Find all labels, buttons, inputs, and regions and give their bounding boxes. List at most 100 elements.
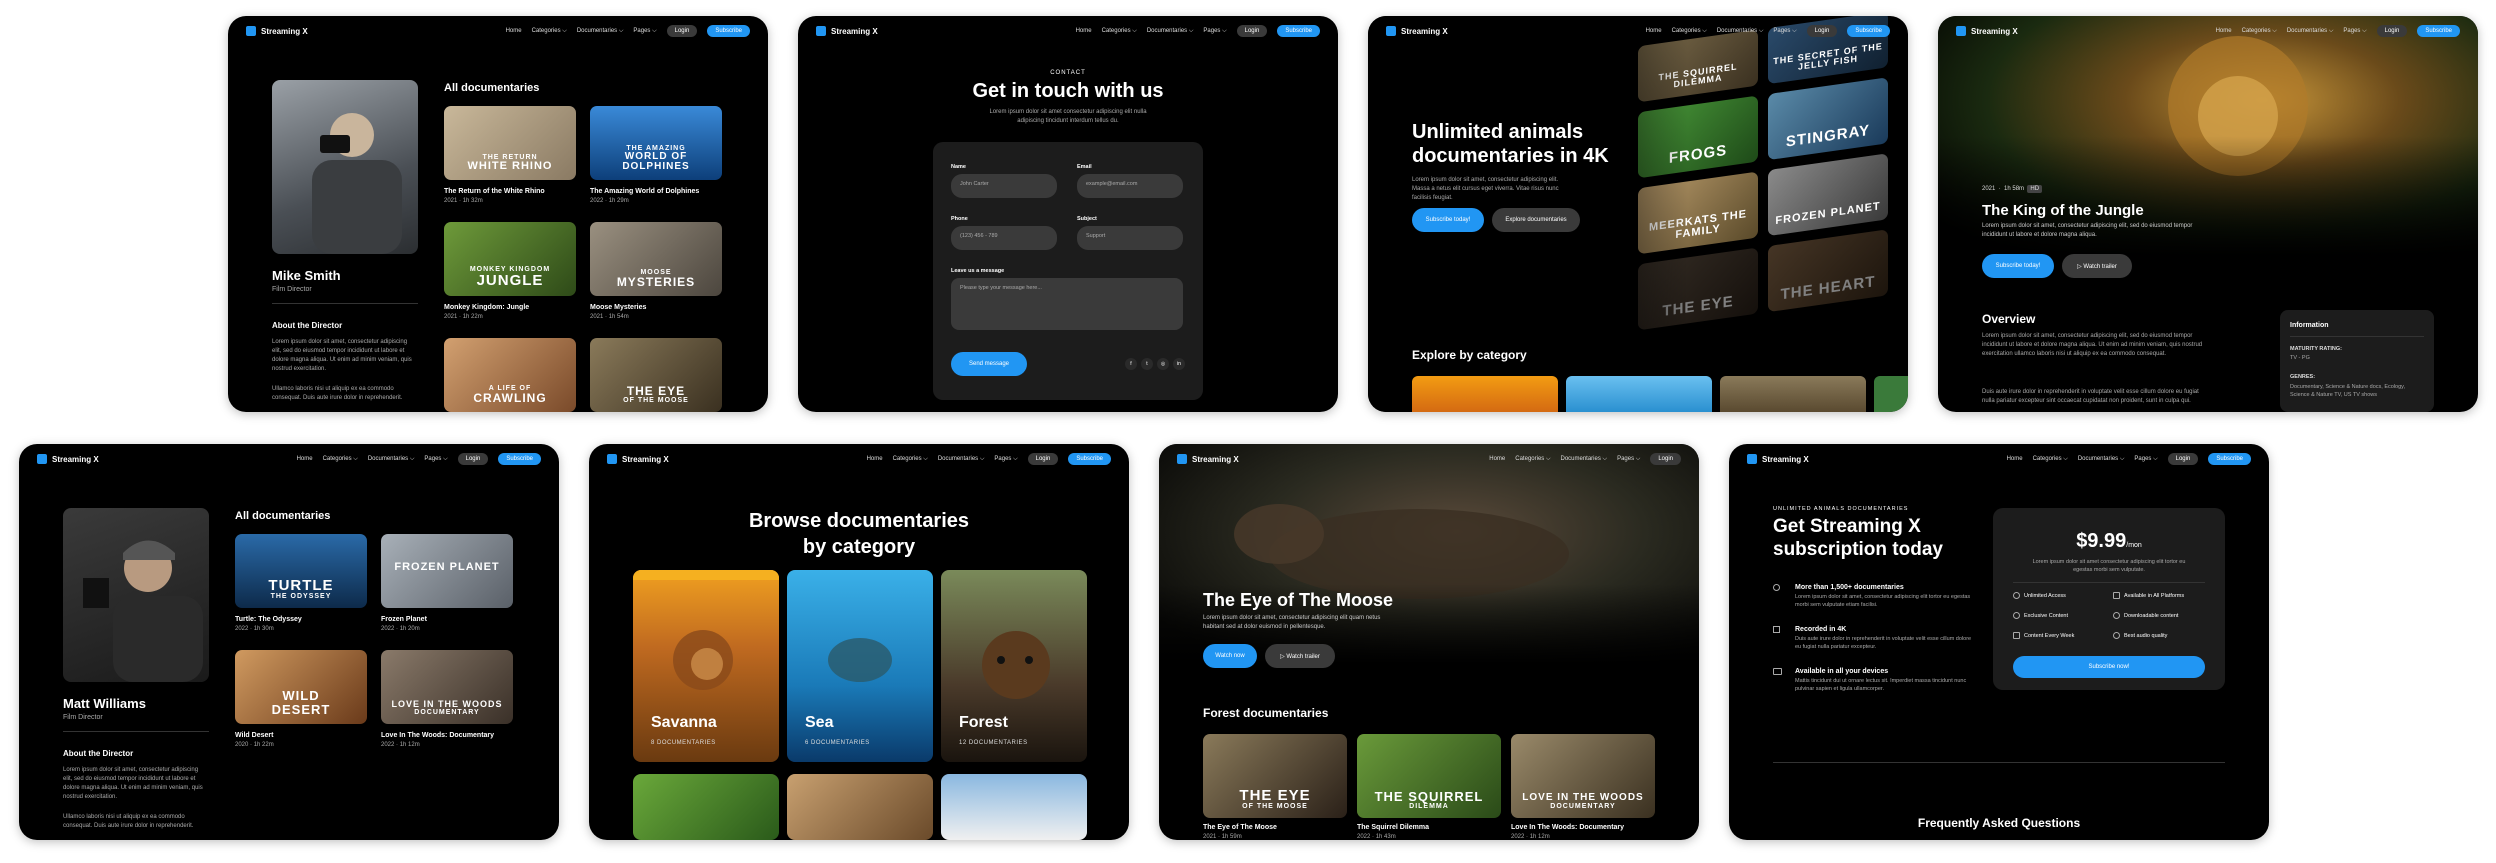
logo[interactable]: Streaming X [607,454,669,464]
nav-pages[interactable]: Pages ⌵ [633,28,656,35]
nav-categories[interactable]: Categories ⌵ [1672,28,1707,35]
category-card[interactable] [787,774,933,840]
subscribe-button[interactable]: Subscribe [2417,25,2460,37]
nav-home[interactable]: Home [1076,28,1092,34]
film-thumb[interactable]: TURTLE THE ODYSSEY [235,534,367,608]
watch-trailer-button[interactable]: ▷ Watch trailer [2062,254,2132,278]
facebook-icon[interactable]: f [1125,358,1137,370]
nav-documentaries[interactable]: Documentaries ⌵ [1717,28,1764,35]
film-thumb[interactable]: THE SQUIRREL DILEMMA [1357,734,1501,818]
linkedin-icon[interactable]: in [1173,358,1185,370]
nav-home[interactable]: Home [2007,456,2023,462]
nav-pages[interactable]: Pages ⌵ [2343,28,2366,35]
logo[interactable]: Streaming X [816,26,878,36]
nav-pages[interactable]: Pages ⌵ [994,456,1017,463]
poster[interactable]: STINGRAY [1768,77,1888,161]
nav-pages[interactable]: Pages ⌵ [424,456,447,463]
film-title[interactable]: Turtle: The Odyssey [235,616,302,623]
nav-pages[interactable]: Pages ⌵ [1773,28,1796,35]
film-title[interactable]: The Amazing World of Dolphines [590,188,699,195]
explore-button[interactable]: Explore documentaries [1492,208,1580,232]
film-thumb[interactable]: A LIFE OF CRAWLING [444,338,576,412]
subscribe-button[interactable]: Subscribe [2208,453,2251,465]
film-thumb[interactable]: WILD DESERT [235,650,367,724]
nav-documentaries[interactable]: Documentaries ⌵ [368,456,415,463]
nav-categories[interactable]: Categories ⌵ [323,456,358,463]
film-title[interactable]: The Return of the White Rhino [444,188,545,195]
nav-documentaries[interactable]: Documentaries ⌵ [2287,28,2334,35]
login-button[interactable]: Login [1806,25,1838,37]
poster[interactable]: FROZEN PLANET [1768,153,1888,237]
category-card-forest[interactable] [1720,376,1866,412]
logo[interactable]: Streaming X [1956,26,2018,36]
film-title[interactable]: Moose Mysteries [590,304,646,311]
film-title[interactable]: Love In The Woods: Documentary [1511,824,1624,831]
category-card[interactable] [941,774,1087,840]
subscribe-today-button[interactable]: Subscribe today! [1982,254,2054,278]
subscribe-button[interactable]: Subscribe [1277,25,1320,37]
nav-home[interactable]: Home [1489,456,1505,462]
email-field[interactable]: example@email.com [1077,174,1183,198]
nav-home[interactable]: Home [506,28,522,34]
logo[interactable]: Streaming X [1177,454,1239,464]
film-thumb[interactable]: THE EYE OF THE MOOSE [590,338,722,412]
film-thumb[interactable]: MONKEY KINGDOM JUNGLE [444,222,576,296]
nav-categories[interactable]: Categories ⌵ [532,28,567,35]
login-button[interactable]: Login [2167,453,2199,465]
film-title[interactable]: Monkey Kingdom: Jungle [444,304,529,311]
nav-documentaries[interactable]: Documentaries ⌵ [1561,456,1608,463]
subscribe-button[interactable]: Subscribe [498,453,541,465]
nav-documentaries[interactable]: Documentaries ⌵ [577,28,624,35]
logo[interactable]: Streaming X [246,26,308,36]
film-thumb[interactable]: THE RETURN WHITE RHINO [444,106,576,180]
login-button[interactable]: Login [666,25,698,37]
film-thumb[interactable]: LOVE IN THE WOODS DOCUMENTARY [1511,734,1655,818]
film-thumb[interactable]: THE EYE OF THE MOOSE [1203,734,1347,818]
nav-documentaries[interactable]: Documentaries ⌵ [2078,456,2125,463]
nav-documentaries[interactable]: Documentaries ⌵ [938,456,985,463]
film-title[interactable]: The Eye of The Moose [1203,824,1277,831]
login-button[interactable]: Login [457,453,489,465]
poster[interactable]: THE HEART [1768,229,1888,313]
nav-home[interactable]: Home [1646,28,1662,34]
twitter-icon[interactable]: t [1141,358,1153,370]
instagram-icon[interactable]: ◎ [1157,358,1169,370]
send-button[interactable]: Send message [951,352,1027,376]
nav-pages[interactable]: Pages ⌵ [2134,456,2157,463]
film-thumb[interactable]: THE AMAZING WORLD OF DOLPHINES [590,106,722,180]
film-thumb[interactable]: MOOSE MYSTERIES [590,222,722,296]
subject-field[interactable]: Support [1077,226,1183,250]
category-card-sea[interactable] [1566,376,1712,412]
login-button[interactable]: Login [1650,453,1681,465]
film-title[interactable]: Frozen Planet [381,616,427,623]
nav-home[interactable]: Home [297,456,313,462]
subscribe-button[interactable]: Subscribe [1847,25,1890,37]
nav-home[interactable]: Home [867,456,883,462]
category-card-sea[interactable]: Sea 6 DOCUMENTARIES [787,570,933,762]
logo[interactable]: Streaming X [1747,454,1809,464]
watch-now-button[interactable]: Watch now [1203,644,1257,668]
subscribe-button[interactable]: Subscribe [1068,453,1111,465]
phone-field[interactable]: (123) 456 - 789 [951,226,1057,250]
category-card-savanna[interactable]: Savanna 8 DOCUMENTARIES [633,570,779,762]
subscribe-button[interactable]: Subscribe [707,25,750,37]
category-card[interactable] [1874,376,1908,412]
film-title[interactable]: Wild Desert [235,732,273,739]
nav-categories[interactable]: Categories ⌵ [2033,456,2068,463]
watch-trailer-button[interactable]: ▷ Watch trailer [1265,644,1335,668]
login-button[interactable]: Login [1027,453,1059,465]
nav-categories[interactable]: Categories ⌵ [1102,28,1137,35]
subscribe-today-button[interactable]: Subscribe today! [1412,208,1484,232]
film-title[interactable]: The Squirrel Dilemma [1357,824,1429,831]
nav-categories[interactable]: Categories ⌵ [893,456,928,463]
name-field[interactable]: John Carter [951,174,1057,198]
logo[interactable]: Streaming X [37,454,99,464]
logo[interactable]: Streaming X [1386,26,1448,36]
login-button[interactable]: Login [1236,25,1268,37]
nav-pages[interactable]: Pages ⌵ [1617,456,1640,463]
nav-categories[interactable]: Categories ⌵ [1515,456,1550,463]
film-title[interactable]: Love In The Woods: Documentary [381,732,494,739]
category-card[interactable] [633,774,779,840]
film-thumb[interactable]: LOVE IN THE WOODS DOCUMENTARY [381,650,513,724]
category-card-forest[interactable]: Forest 12 DOCUMENTARIES [941,570,1087,762]
